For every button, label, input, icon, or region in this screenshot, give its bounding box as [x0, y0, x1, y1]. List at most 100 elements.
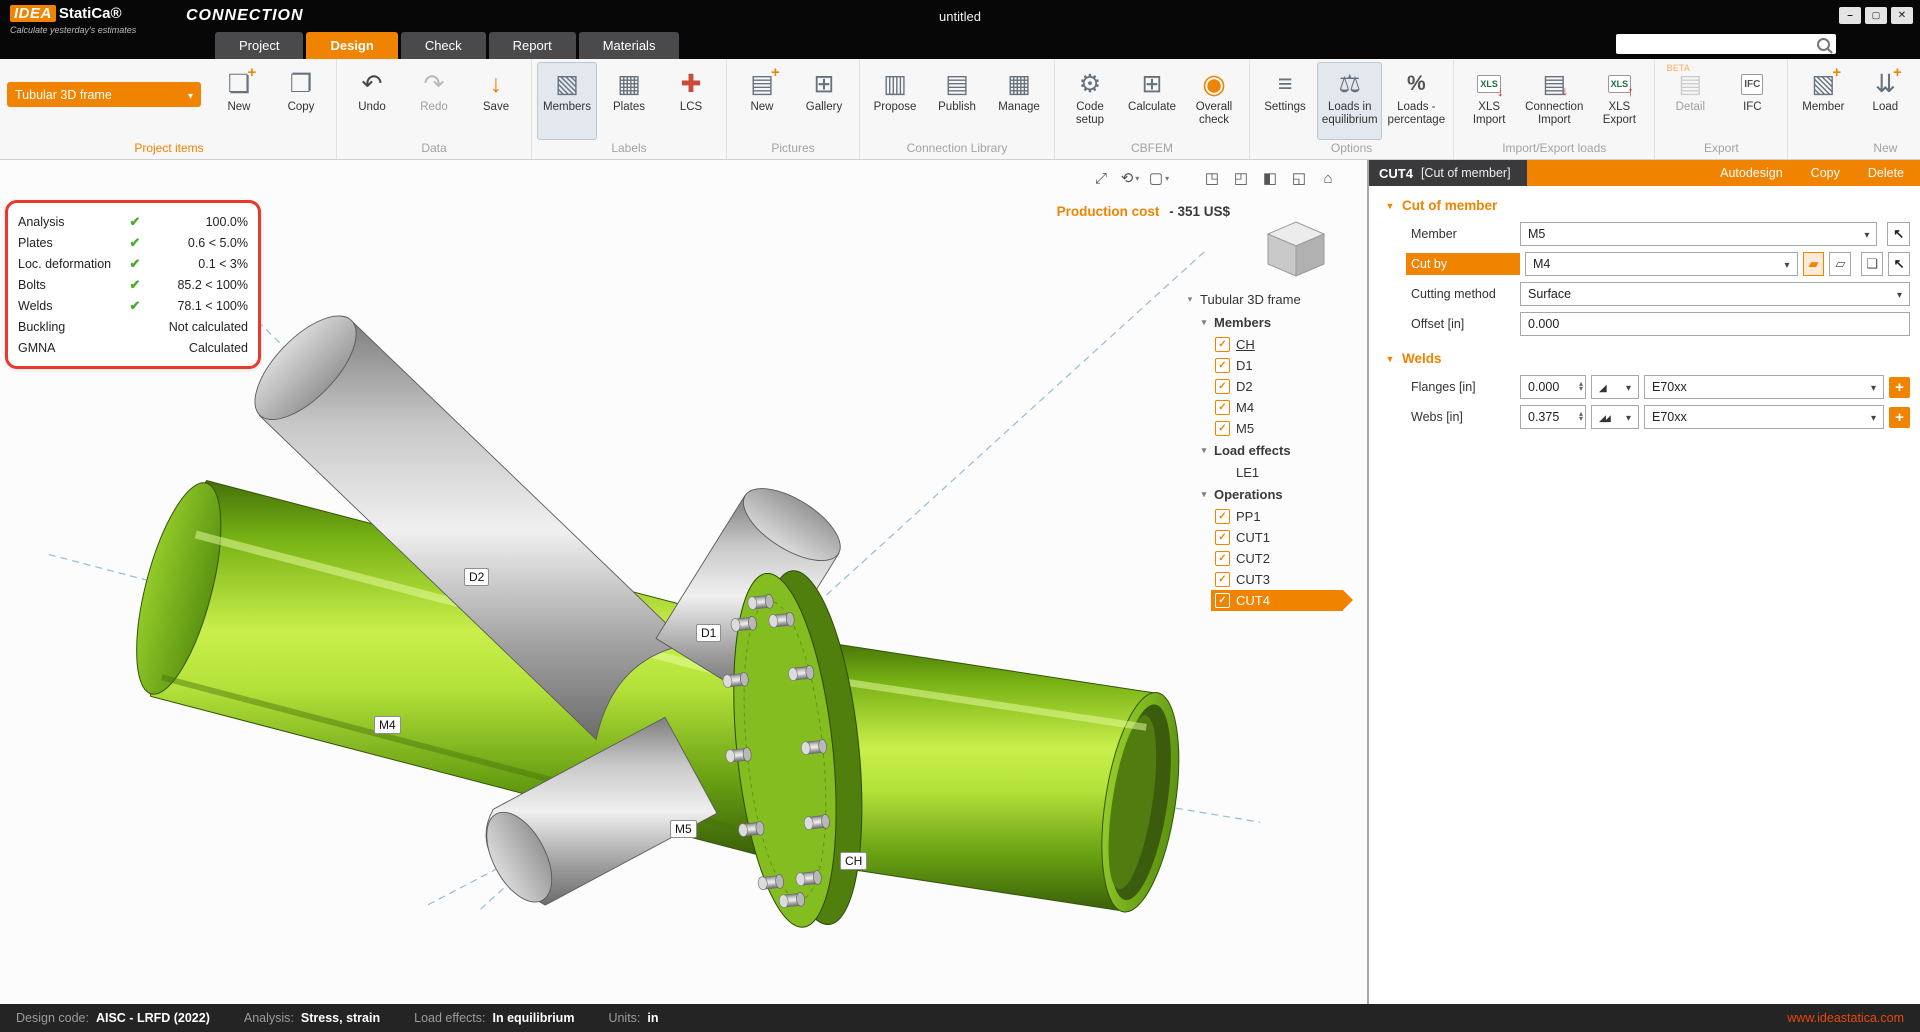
- checkbox-icon[interactable]: [1215, 509, 1230, 524]
- cut-by-plate-button[interactable]: [1829, 252, 1851, 276]
- tree-section-header[interactable]: Operations: [1185, 483, 1357, 506]
- stepper-icon[interactable]: [1579, 412, 1583, 422]
- web-electrode-select[interactable]: E70xx: [1644, 405, 1884, 429]
- cut-by-select[interactable]: M4: [1525, 252, 1798, 276]
- cut-by-weld-button[interactable]: [1803, 252, 1825, 276]
- flange-electrode-select[interactable]: E70xx: [1644, 375, 1884, 399]
- copy-project-item-button[interactable]: Copy: [271, 62, 331, 140]
- tree-root[interactable]: Tubular 3D frame: [1185, 288, 1357, 311]
- gallery-button[interactable]: Gallery: [794, 62, 854, 140]
- add-flange-weld-button[interactable]: [1889, 377, 1910, 398]
- tree-item[interactable]: D2: [1185, 376, 1357, 397]
- plates-toggle-button[interactable]: Plates: [599, 62, 659, 140]
- viewport-tool-button[interactable]: [1317, 167, 1339, 189]
- tab-project[interactable]: Project: [215, 32, 303, 59]
- close-button[interactable]: [1891, 7, 1913, 24]
- tab-report[interactable]: Report: [489, 32, 576, 59]
- checkbox-icon[interactable]: [1215, 572, 1230, 587]
- code-setup-button[interactable]: Code setup: [1060, 62, 1120, 140]
- viewport-tool-button[interactable]: [1230, 167, 1252, 189]
- copy-operation-button[interactable]: Copy: [1811, 166, 1840, 180]
- new-project-item-button[interactable]: New: [209, 62, 269, 140]
- new-member-button[interactable]: Member: [1793, 62, 1853, 140]
- loads-in-equilibrium-button[interactable]: Loads in equilibrium: [1317, 62, 1382, 140]
- new-load-button[interactable]: Load: [1855, 62, 1915, 140]
- member-label[interactable]: D2: [464, 568, 489, 586]
- connection-import-button[interactable]: Connection Import: [1521, 62, 1587, 140]
- navigation-cube[interactable]: [1261, 218, 1331, 280]
- tree-item[interactable]: M5: [1185, 418, 1357, 439]
- tree-section-header[interactable]: Load effects: [1185, 439, 1357, 462]
- checkbox-icon[interactable]: [1215, 530, 1230, 545]
- tree-section-header[interactable]: Members: [1185, 311, 1357, 334]
- tree-item[interactable]: M4: [1185, 397, 1357, 418]
- tree-item[interactable]: CH: [1185, 334, 1357, 355]
- loads-percentage-button[interactable]: Loads - percentage: [1384, 62, 1448, 140]
- cutting-method-select[interactable]: Surface: [1520, 282, 1910, 306]
- settings-button[interactable]: Settings: [1255, 62, 1315, 140]
- model-viewport[interactable]: D2 D1 M4 M5 CH Analysis 100.0% Plat: [0, 160, 1367, 1004]
- web-weld-size-input[interactable]: 0.375: [1520, 405, 1586, 429]
- propose-button[interactable]: Propose: [865, 62, 925, 140]
- member-label[interactable]: M4: [374, 716, 401, 734]
- website-link[interactable]: www.ideastatica.com: [1787, 1011, 1904, 1025]
- collapse-icon[interactable]: [1199, 445, 1209, 456]
- new-picture-button[interactable]: New: [732, 62, 792, 140]
- undo-button[interactable]: Undo: [342, 62, 402, 140]
- plates-detail-button[interactable]: [1861, 252, 1883, 276]
- redo-button[interactable]: Redo: [404, 62, 464, 140]
- cut-of-member-section[interactable]: Cut of member: [1369, 186, 1920, 219]
- checkbox-icon[interactable]: [1215, 593, 1230, 608]
- manage-button[interactable]: Manage: [989, 62, 1049, 140]
- search-icon[interactable]: [1817, 38, 1830, 51]
- tree-item[interactable]: CUT3: [1185, 569, 1357, 590]
- viewport-tool-button[interactable]: [1090, 167, 1112, 189]
- xls-export-button[interactable]: XLS Export: [1589, 62, 1649, 140]
- minimize-button[interactable]: [1839, 7, 1861, 24]
- save-button[interactable]: Save: [466, 62, 526, 140]
- collapse-icon[interactable]: [1385, 354, 1395, 364]
- xls-import-button[interactable]: XLS Import: [1459, 62, 1519, 140]
- tab-check[interactable]: Check: [401, 32, 486, 59]
- collapse-icon[interactable]: [1385, 201, 1395, 211]
- stepper-icon[interactable]: [1579, 382, 1583, 392]
- collapse-icon[interactable]: [1185, 294, 1195, 305]
- delete-operation-button[interactable]: Delete: [1868, 166, 1904, 180]
- tree-item[interactable]: CUT4: [1211, 590, 1343, 611]
- maximize-button[interactable]: [1865, 7, 1887, 24]
- calculate-button[interactable]: Calculate: [1122, 62, 1182, 140]
- tree-item[interactable]: CUT2: [1185, 548, 1357, 569]
- checkbox-icon[interactable]: [1215, 337, 1230, 352]
- members-toggle-button[interactable]: Members: [537, 62, 597, 140]
- tree-item[interactable]: PP1: [1185, 506, 1357, 527]
- flange-weld-size-input[interactable]: 0.000: [1520, 375, 1586, 399]
- tab-materials[interactable]: Materials: [579, 32, 680, 59]
- pick-cut-by-button[interactable]: [1888, 252, 1910, 276]
- welds-section[interactable]: Welds: [1369, 339, 1920, 372]
- viewport-tool-button[interactable]: [1259, 167, 1281, 189]
- flange-plate-solid[interactable]: [707, 566, 877, 934]
- checkbox-icon[interactable]: [1215, 421, 1230, 436]
- member-label[interactable]: D1: [696, 624, 721, 642]
- lcs-toggle-button[interactable]: LCS: [661, 62, 721, 140]
- member-label[interactable]: CH: [840, 852, 867, 870]
- member-select[interactable]: M5: [1520, 222, 1877, 246]
- ifc-export-button[interactable]: IFC: [1722, 62, 1782, 140]
- viewport-tool-button[interactable]: [1119, 167, 1141, 189]
- collapse-icon[interactable]: [1199, 489, 1209, 500]
- add-web-weld-button[interactable]: [1889, 407, 1910, 428]
- checkbox-icon[interactable]: [1215, 379, 1230, 394]
- search-input[interactable]: [1622, 36, 1817, 52]
- publish-button[interactable]: Publish: [927, 62, 987, 140]
- member-label[interactable]: M5: [670, 820, 697, 838]
- tab-design[interactable]: Design: [306, 32, 397, 59]
- flange-weld-type-select[interactable]: [1591, 375, 1639, 399]
- viewport-tool-button[interactable]: [1201, 167, 1223, 189]
- autodesign-button[interactable]: Autodesign: [1720, 166, 1783, 180]
- viewport-tool-button[interactable]: [1288, 167, 1310, 189]
- offset-input[interactable]: 0.000: [1520, 312, 1910, 336]
- checkbox-icon[interactable]: [1215, 358, 1230, 373]
- web-weld-type-select[interactable]: [1591, 405, 1639, 429]
- checkbox-icon[interactable]: [1215, 400, 1230, 415]
- project-template-select[interactable]: Tubular 3D frame: [7, 82, 201, 107]
